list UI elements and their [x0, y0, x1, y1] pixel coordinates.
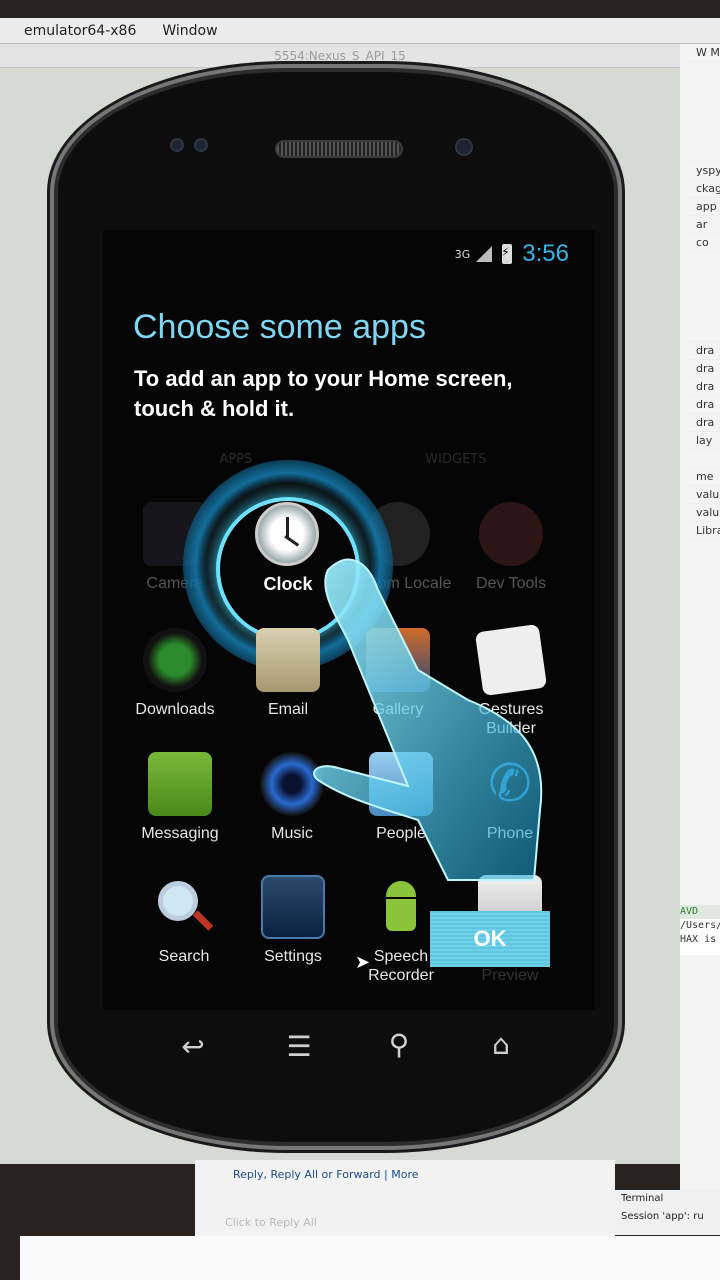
menu-icon[interactable]: ☰ [274, 1030, 324, 1063]
network-type: 3G [454, 247, 471, 261]
menubar-app-name[interactable]: emulator64-x86 [24, 23, 136, 39]
back-icon[interactable]: ↩ [168, 1030, 218, 1063]
cling-subtitle: To add an app to your Home screen, touch… [134, 366, 513, 421]
mail-pane: Reply, Reply All or Forward | More Click… [195, 1160, 615, 1240]
ide-tree-item[interactable]: W Mo [688, 44, 720, 62]
home-icon[interactable]: ⌂ [476, 1028, 526, 1061]
app-label: Search [158, 948, 210, 965]
emulator-title: 5554:Nexus_S_API_15 [0, 44, 680, 68]
download-icon [143, 628, 207, 692]
front-camera [455, 138, 473, 156]
ide-tree: W Mo yspy ckage app ar co dra dra dra dr… [680, 44, 720, 540]
console-line: HAX is [680, 934, 717, 945]
phone-screen: 3G 3:56 Choose some apps To add an app t… [103, 230, 595, 1010]
status-time: 3:56 [522, 240, 569, 267]
app-messaging[interactable]: Messaging [125, 752, 235, 843]
terminal-tab[interactable]: Terminal [615, 1190, 720, 1208]
ide-tree-item[interactable]: yspy [688, 162, 720, 180]
drawer-tabs: APPS WIDGETS [133, 452, 573, 467]
search-icon [152, 875, 216, 939]
ok-button[interactable]: OK [430, 911, 550, 967]
ide-tree-item[interactable]: valu [688, 504, 720, 522]
ide-tree-item[interactable]: valu [688, 486, 720, 504]
app-search[interactable]: Search [129, 875, 239, 966]
ide-tree-item[interactable]: dra [688, 342, 720, 360]
app-label: Messaging [141, 825, 219, 842]
ide-tree-item[interactable]: me [688, 468, 720, 486]
app-downloads[interactable]: Downloads [120, 628, 230, 719]
ide-tree-item[interactable]: ar [688, 216, 720, 234]
tab-apps[interactable]: APPS [219, 452, 252, 467]
signal-icon [476, 246, 493, 262]
pointing-hand-illustration [313, 558, 543, 881]
front-sensor [170, 138, 184, 152]
ide-tree-item[interactable]: dra [688, 378, 720, 396]
mac-menubar: emulator64-x86 Window [0, 18, 720, 44]
terminal-session: Session 'app': ru [621, 1211, 704, 1222]
menubar-window-menu[interactable]: Window [162, 23, 217, 39]
ide-tree-item[interactable]: lay [688, 432, 720, 450]
ide-console: AVD /Users/ HAX is [678, 905, 720, 955]
console-line: /Users/ [680, 920, 720, 931]
ide-tree-spacer [688, 62, 720, 162]
ide-tree-item[interactable]: dra [688, 360, 720, 378]
desktop-bottom [20, 1236, 720, 1280]
ide-tree-item[interactable]: Libra [688, 522, 720, 540]
ide-tree-item[interactable]: ckage [688, 180, 720, 198]
mail-reply-hint[interactable]: Click to Reply All [225, 1216, 317, 1229]
cling-title: Choose some apps [133, 308, 426, 346]
ide-tree-item[interactable]: dra [688, 396, 720, 414]
messaging-icon [148, 752, 212, 816]
ide-tree-spacer [688, 450, 720, 468]
mouse-cursor-icon: ➤ [355, 952, 371, 973]
ide-tree-item[interactable]: co [688, 234, 720, 252]
battery-charging-icon [501, 244, 513, 264]
ide-tree-spacer [688, 252, 720, 342]
mail-reply-links[interactable]: Reply, Reply All or Forward | More [233, 1168, 419, 1181]
ide-tree-item[interactable]: dra [688, 414, 720, 432]
tab-widgets[interactable]: WIDGETS [425, 452, 486, 467]
ide-tree-item[interactable]: app [688, 198, 720, 216]
ide-project-panel: W Mo yspy ckage app ar co dra dra dra dr… [680, 44, 720, 1224]
status-bar: 3G 3:56 [455, 240, 569, 268]
ide-terminal-panel: Terminal Session 'app': ru [615, 1190, 720, 1235]
photo-frame: emulator64-x86 Window W Mo yspy ckage ap… [0, 0, 720, 1280]
phone-speaker [275, 140, 403, 158]
search-key-icon[interactable]: ⚲ [374, 1028, 424, 1061]
app-label: Settings [264, 948, 322, 965]
app-label: Downloads [135, 701, 215, 718]
console-line: AVD [680, 905, 720, 919]
front-sensor [194, 138, 208, 152]
